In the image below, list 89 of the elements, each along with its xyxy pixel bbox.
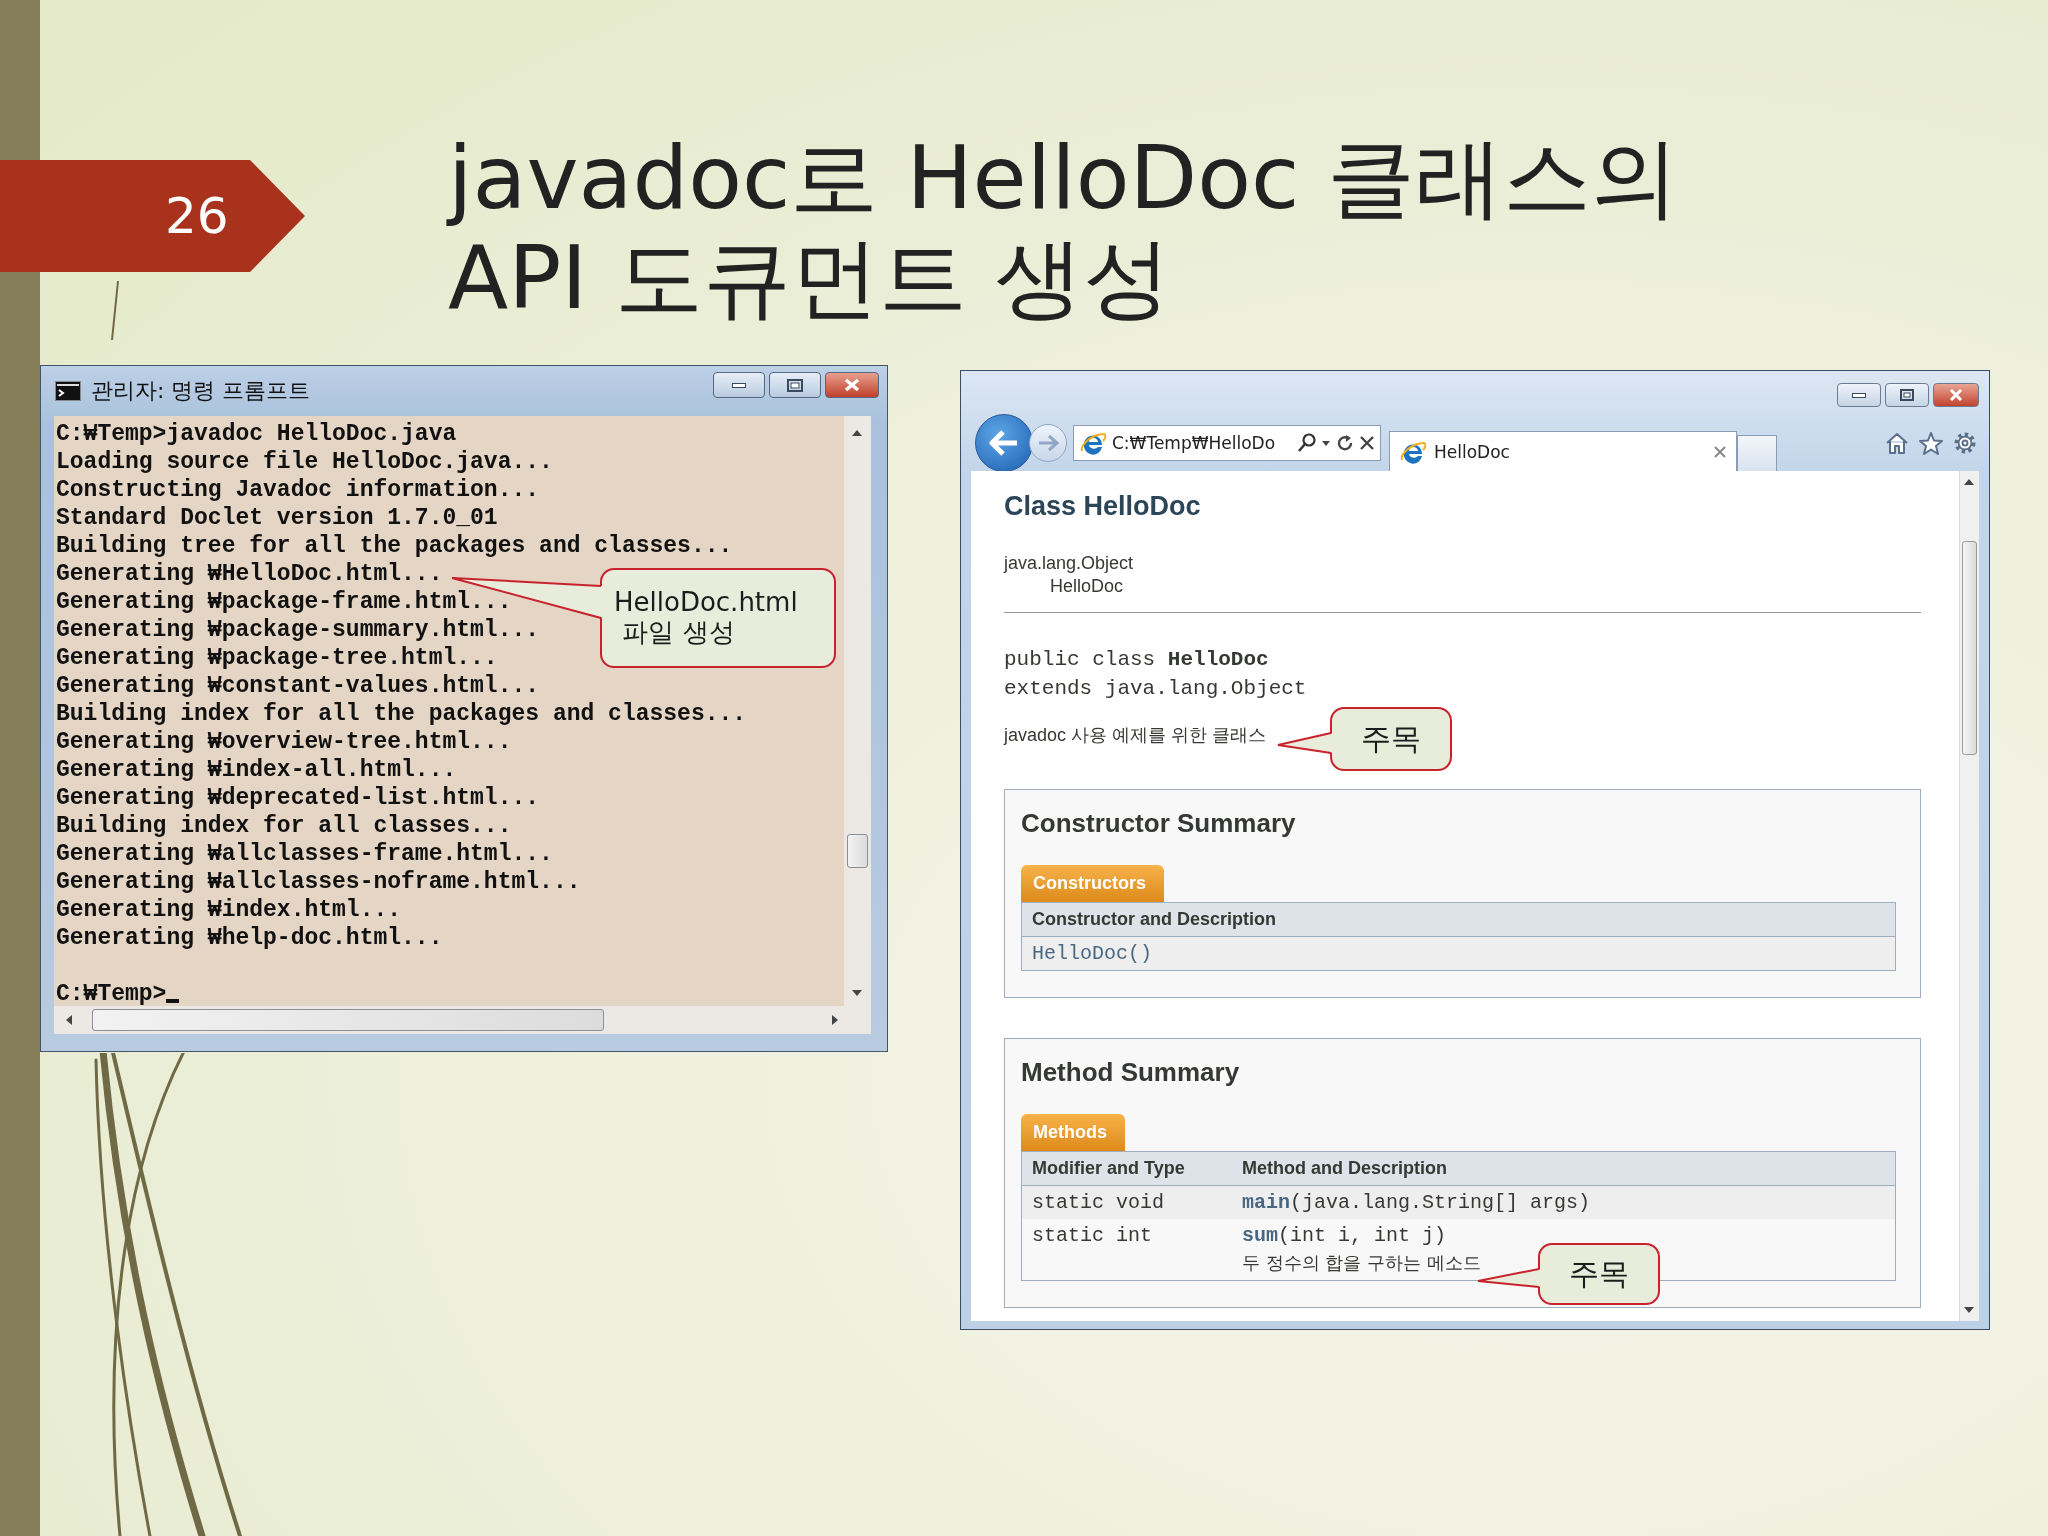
console-line: C:₩Temp>javadoc HelloDoc.java (56, 420, 457, 448)
console-line: Building index for all the packages and classes... (56, 700, 747, 728)
search-icon[interactable] (1298, 433, 1316, 453)
column-header: Constructor and Description (1021, 902, 1896, 937)
scroll-thumb[interactable] (92, 1009, 604, 1031)
forward-button[interactable] (1029, 424, 1067, 462)
console-line: Generating ₩index.html... (56, 896, 402, 924)
console-line: C:₩Temp> (56, 980, 167, 1008)
arrow-left-icon (989, 430, 1019, 456)
class-description: javadoc 사용 예제를 위한 클래스 (1004, 724, 1267, 747)
column-header: Method and Description (1232, 1151, 1896, 1186)
scroll-down-icon[interactable] (852, 990, 862, 996)
inheritance-item: java.lang.Object (1004, 552, 1135, 575)
console-line: Generating ₩allclasses-frame.html... (56, 840, 553, 868)
grass-stem-drawing (110, 280, 120, 342)
console-line: Generating ₩package-tree.html... (56, 644, 498, 672)
page-heading: Class HelloDoc (1004, 491, 1202, 522)
method-signature: sum(int i, int j) (1242, 1224, 1447, 1247)
browser-tab[interactable]: HelloDoc (1389, 431, 1737, 471)
minimize-button[interactable] (713, 372, 765, 398)
console-line: Loading source file HelloDoc.java... (56, 448, 553, 476)
console-line: Generating ₩index-all.html... (56, 756, 457, 784)
console-line: Generating ₩constant-values.html... (56, 672, 540, 700)
arrow-right-icon (1037, 434, 1059, 452)
console-line: Generating ₩deprecated-list.html... (56, 784, 540, 812)
scroll-up-icon[interactable] (852, 430, 862, 436)
close-button[interactable] (825, 372, 879, 398)
scroll-left-icon[interactable] (66, 1015, 72, 1025)
star-icon[interactable] (1919, 431, 1943, 455)
callout: 주목 (1538, 1243, 1660, 1305)
column-header: Modifier and Type (1021, 1151, 1232, 1186)
console-icon (55, 381, 81, 401)
minimize-icon (1852, 392, 1866, 398)
settings-icon[interactable] (1953, 431, 1977, 455)
console-line: Generating ₩help-doc.html... (56, 924, 443, 952)
console-line: Generating ₩package-frame.html... (56, 588, 512, 616)
console-line: Building tree for all the packages and classes... (56, 532, 733, 560)
ie-icon (1400, 439, 1426, 464)
table-cell: static int (1021, 1219, 1232, 1281)
refresh-icon[interactable] (1336, 434, 1354, 452)
minimize-icon (732, 382, 746, 388)
scroll-right-icon[interactable] (832, 1015, 838, 1025)
close-icon (844, 378, 860, 392)
scroll-thumb[interactable] (847, 834, 868, 868)
maximize-icon (787, 378, 803, 392)
method-signature: main(java.lang.String[] args) (1242, 1191, 1591, 1214)
constructor-link[interactable]: HelloDoc() (1032, 942, 1153, 965)
scroll-down-icon[interactable] (1964, 1307, 1974, 1313)
console-line: Constructing Javadoc information... (56, 476, 540, 504)
horizontal-scrollbar[interactable] (54, 1006, 871, 1034)
console-line: Generating ₩allclasses-noframe.html... (56, 868, 581, 896)
inheritance-item: HelloDoc (1049, 575, 1125, 598)
ie-icon (1080, 431, 1106, 455)
summary-title: Constructor Summary (1021, 808, 1297, 839)
class-signature: public class HelloDoc (1004, 647, 1270, 673)
address-bar[interactable]: C:₩Temp₩HelloDo (1073, 425, 1381, 461)
method-link[interactable]: sum (1242, 1224, 1278, 1247)
table-cell: static void (1021, 1185, 1232, 1219)
text-cursor (166, 999, 180, 1003)
class-signature: extends java.lang.Object (1004, 676, 1308, 702)
maximize-button[interactable] (1885, 383, 1929, 407)
console-line: Generating ₩package-summary.html... (56, 616, 540, 644)
window-title: 관리자: 명령 프롬프트 (91, 377, 311, 405)
scroll-up-icon[interactable] (1964, 479, 1974, 485)
caret-icon[interactable] (1322, 440, 1330, 446)
summary-title: Method Summary (1021, 1057, 1241, 1088)
close-icon (1949, 389, 1963, 401)
console-line: Generating ₩overview-tree.html... (56, 728, 512, 756)
new-tab-button[interactable] (1737, 435, 1777, 471)
vertical-scrollbar[interactable] (844, 416, 871, 1006)
maximize-icon (1900, 389, 1914, 401)
console-line: Standard Doclet version 1.7.0_01 (56, 504, 498, 532)
maximize-button[interactable] (769, 372, 821, 398)
callout-pointer (1478, 1269, 1542, 1287)
callout: HelloDoc.html 파일 생성 (600, 568, 836, 668)
callout-pointer (1278, 733, 1334, 753)
console-line: Building index for all classes... (56, 812, 512, 840)
slide-number: 26 (0, 160, 305, 272)
home-icon[interactable] (1885, 432, 1909, 454)
close-button[interactable] (1933, 383, 1979, 407)
method-link[interactable]: main (1242, 1191, 1290, 1214)
method-description: 두 정수의 합을 구하는 메소드 (1242, 1251, 1481, 1275)
scroll-thumb[interactable] (1962, 541, 1977, 755)
vertical-scrollbar[interactable] (1959, 471, 1979, 1321)
console-line: Generating ₩HelloDoc.html... (56, 560, 443, 588)
minimize-button[interactable] (1837, 383, 1881, 407)
callout: 주목 (1330, 707, 1452, 771)
slide-title: javadoc로 HelloDoc 클래스의 API 도큐먼트 생성 (448, 128, 1681, 328)
close-icon[interactable] (1360, 436, 1374, 450)
